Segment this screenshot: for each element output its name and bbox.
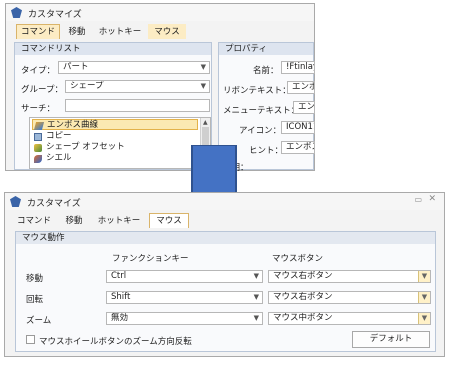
- tab-command[interactable]: コマンド: [11, 213, 57, 228]
- type-value: パート: [63, 62, 89, 72]
- shape-offset-icon: [34, 144, 42, 152]
- pin-icon[interactable]: ▭: [414, 195, 422, 204]
- invert-wheel-zoom-label: マウスホイールボタンのズーム方向反転: [39, 337, 192, 347]
- move-row-label: 移動: [26, 274, 44, 284]
- group-label: グループ：: [21, 85, 63, 95]
- title-bar: カスタマイズ ▭ ✕: [5, 193, 444, 210]
- ribbon-text-field[interactable]: エンボ: [287, 81, 315, 94]
- tab-mouse[interactable]: マウス: [148, 24, 186, 39]
- default-button[interactable]: デフォルト: [352, 331, 430, 348]
- name-field[interactable]: !Ftinlay: [281, 61, 315, 74]
- mouse-button-column-header: マウスボタン: [272, 254, 324, 264]
- type-select[interactable]: パート ▼: [58, 61, 210, 74]
- menu-text-label: メニューテキスト：: [223, 106, 300, 116]
- group-select[interactable]: シェープ ▼: [65, 80, 210, 93]
- function-key-column-header: ファンクションキー: [112, 254, 189, 264]
- search-input[interactable]: [65, 99, 210, 112]
- group-title: コマンドリスト: [21, 44, 81, 54]
- rotate-row-label: 回転: [26, 295, 44, 305]
- tab-command[interactable]: コマンド: [16, 24, 60, 39]
- app-logo-icon: [10, 196, 21, 207]
- rotate-mouse-button-select[interactable]: マウス右ボタン ▼: [268, 291, 431, 304]
- tab-hotkey[interactable]: ホットキー: [94, 24, 146, 39]
- list-item[interactable]: コピー: [32, 131, 72, 142]
- group-title: プロパティ: [225, 44, 267, 54]
- top-customize-window: カスタマイズ コマンド 移動 ホットキー マウス コマンドリスト タイプ： パー…: [5, 3, 315, 173]
- scrollbar-thumb[interactable]: [202, 127, 209, 145]
- search-label: サーチ：: [21, 104, 56, 114]
- mouse-action-group: マウス動作 ファンクションキー マウスボタン 移動 Ctrl ▼ マウス右ボタン…: [15, 231, 436, 352]
- title-bar: カスタマイズ: [6, 4, 314, 21]
- window-title: カスタマイズ: [27, 199, 81, 209]
- dropdown-arrow-icon: ▼: [200, 63, 206, 71]
- list-item[interactable]: シエル: [32, 153, 72, 164]
- name-label: 名前：: [253, 66, 279, 76]
- tab-hotkey[interactable]: ホットキー: [91, 213, 147, 228]
- move-function-key-select[interactable]: Ctrl ▼: [106, 270, 263, 283]
- hint-field[interactable]: エンボス曲: [281, 141, 315, 154]
- tab-strip: コマンド 移動 ホットキー マウス: [16, 24, 206, 39]
- dropdown-arrow-icon: ▼: [418, 271, 430, 282]
- dropdown-arrow-icon: ▼: [253, 293, 259, 301]
- group-title: マウス動作: [22, 233, 65, 243]
- dropdown-arrow-icon: ▼: [253, 314, 259, 322]
- tab-move[interactable]: 移動: [59, 213, 89, 228]
- close-icon[interactable]: ✕: [428, 194, 436, 204]
- copy-icon: [34, 133, 42, 141]
- rotate-function-key-select[interactable]: Shift ▼: [106, 291, 263, 304]
- dropdown-arrow-icon: ▼: [200, 82, 206, 90]
- icon-field[interactable]: ICON116: [281, 121, 315, 134]
- menu-text-field[interactable]: エン: [293, 101, 315, 114]
- tab-strip: コマンド 移動 ホットキー マウス: [11, 213, 201, 228]
- dropdown-arrow-icon: ▼: [418, 292, 430, 303]
- move-mouse-button-select[interactable]: マウス右ボタン ▼: [268, 270, 431, 283]
- tab-move[interactable]: 移動: [62, 24, 92, 39]
- icon-label: アイコン：: [239, 126, 282, 136]
- list-item[interactable]: エンボス曲線: [32, 119, 198, 130]
- dropdown-arrow-icon: ▼: [253, 272, 259, 280]
- zoom-row-label: ズーム: [26, 316, 52, 326]
- shell-icon: [34, 155, 42, 163]
- group-value: シェープ: [70, 81, 104, 91]
- ribbon-text-label: リボンテキスト：: [223, 86, 291, 96]
- window-title: カスタマイズ: [28, 10, 82, 20]
- invert-wheel-zoom-checkbox[interactable]: [26, 335, 35, 344]
- tab-mouse[interactable]: マウス: [149, 213, 189, 228]
- dropdown-arrow-icon: ▼: [418, 313, 430, 324]
- scroll-up-icon[interactable]: ▲: [203, 119, 208, 126]
- zoom-function-key-select[interactable]: 無効 ▼: [106, 312, 263, 325]
- emboss-curve-icon: [33, 122, 45, 130]
- bottom-customize-window: カスタマイズ ▭ ✕ コマンド 移動 ホットキー マウス マウス動作 ファンクシ…: [4, 192, 445, 357]
- zoom-mouse-button-select[interactable]: マウス中ボタン ▼: [268, 312, 431, 325]
- type-label: タイプ：: [21, 66, 56, 76]
- list-item[interactable]: シェープ オフセット: [32, 142, 125, 153]
- app-logo-icon: [11, 7, 22, 18]
